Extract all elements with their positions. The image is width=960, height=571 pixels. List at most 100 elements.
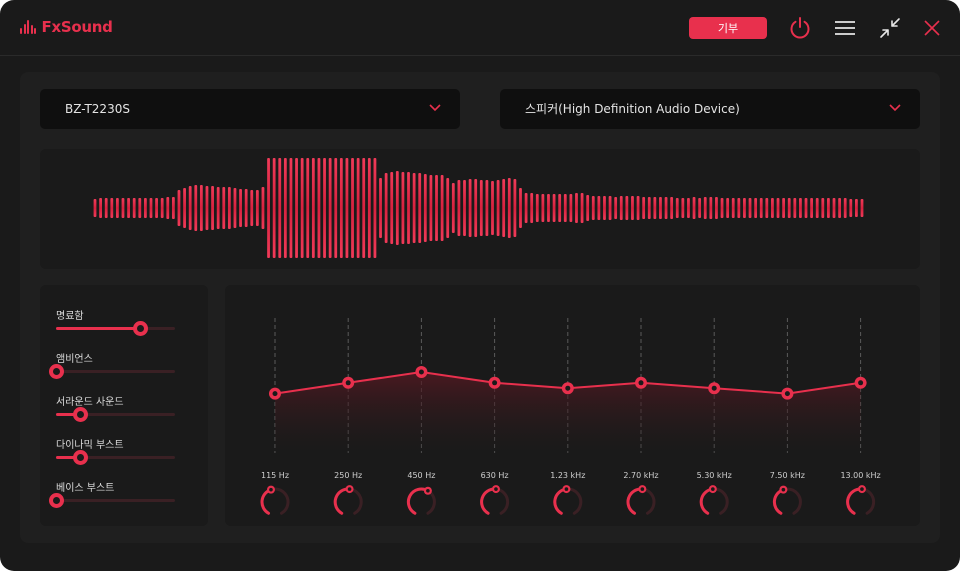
visualizer-bar bbox=[334, 158, 338, 258]
effect-label: 명료함 bbox=[56, 311, 84, 322]
visualizer-bar bbox=[748, 198, 752, 218]
visualizer-bar bbox=[507, 178, 511, 238]
visualizer-bar bbox=[261, 187, 265, 229]
visualizer-bar bbox=[675, 198, 679, 218]
eq-knob-arc[interactable] bbox=[626, 487, 644, 515]
eq-knob-arc[interactable] bbox=[553, 487, 568, 515]
visualizer-bar bbox=[804, 198, 808, 218]
visualizer-bar bbox=[412, 173, 416, 243]
visualizer-bar bbox=[759, 198, 763, 218]
output-device-dropdown[interactable]: 스피커(High Definition Audio Device) bbox=[500, 89, 920, 129]
visualizer-bar bbox=[362, 158, 366, 258]
power-icon[interactable] bbox=[786, 14, 814, 42]
visualizer-bar bbox=[647, 197, 651, 219]
visualizer-bar bbox=[787, 198, 791, 218]
visualizer-bar bbox=[799, 198, 802, 218]
visualizer-bar bbox=[591, 196, 595, 220]
visualizer-bar bbox=[239, 189, 242, 227]
effect-slider[interactable] bbox=[49, 493, 175, 508]
effect-slider[interactable] bbox=[49, 364, 175, 379]
visualizer-bar bbox=[703, 197, 707, 219]
effect-label: 서라운드 사운드 bbox=[56, 397, 124, 408]
slider-handle[interactable] bbox=[72, 407, 88, 422]
slider-handle[interactable] bbox=[133, 321, 149, 336]
visualizer-bar bbox=[244, 189, 248, 227]
visualizer-bar bbox=[160, 198, 164, 218]
preset-selected: BZ-T2230S bbox=[65, 102, 130, 116]
visualizer-bar bbox=[838, 198, 842, 218]
visualizer-bar bbox=[474, 179, 478, 237]
visualizer-bar bbox=[782, 198, 786, 218]
minimize-icon[interactable] bbox=[876, 14, 904, 42]
visualizer-bar bbox=[446, 178, 450, 238]
effect-slider[interactable] bbox=[56, 321, 175, 336]
visualizer-bar bbox=[328, 158, 332, 258]
eq-knob-handle-center bbox=[269, 487, 273, 492]
visualizer-bar bbox=[418, 173, 422, 243]
eq-knob-handle-center bbox=[711, 487, 715, 491]
visualizer-bar bbox=[519, 188, 522, 228]
preset-dropdown[interactable]: BZ-T2230S bbox=[40, 89, 460, 129]
visualizer-bar bbox=[407, 172, 410, 244]
visualizer-bar bbox=[356, 158, 360, 258]
close-icon[interactable] bbox=[918, 14, 946, 42]
visualizer-bar bbox=[177, 190, 181, 226]
visualizer-bar bbox=[272, 158, 276, 258]
eq-knob-arc[interactable] bbox=[699, 487, 715, 515]
visualizer-bar bbox=[810, 198, 814, 218]
chevron-down-icon bbox=[889, 104, 901, 112]
effect-slider[interactable] bbox=[56, 450, 175, 465]
visualizer-bar bbox=[143, 198, 147, 218]
visualizer-bar bbox=[659, 197, 662, 219]
visualizer-bar bbox=[194, 185, 198, 231]
visualizer-bar bbox=[166, 197, 170, 219]
menu-icon[interactable] bbox=[831, 14, 859, 42]
visualizer-bar bbox=[222, 187, 226, 229]
visualizer-bar bbox=[149, 198, 153, 218]
visualizer-bar bbox=[317, 158, 321, 258]
app-name: FxSound bbox=[41, 18, 113, 36]
slider-handle[interactable] bbox=[49, 493, 64, 508]
eq-band-handle-center bbox=[492, 380, 498, 386]
visualizer-bar bbox=[558, 194, 562, 222]
visualizer-bar bbox=[832, 198, 836, 218]
visualizer-bar bbox=[715, 197, 718, 219]
visualizer-bar bbox=[670, 197, 674, 219]
visualizer-bar bbox=[765, 198, 769, 218]
slider-handle[interactable] bbox=[72, 450, 88, 465]
visualizer-bar bbox=[451, 183, 455, 233]
effect-label: 베이스 부스트 bbox=[56, 483, 115, 494]
visualizer-bar bbox=[642, 197, 646, 219]
visualizer-bar bbox=[530, 193, 534, 223]
eq-knob-arc[interactable] bbox=[846, 487, 864, 515]
visualizer-bar bbox=[339, 158, 343, 258]
slider-handle[interactable] bbox=[49, 364, 64, 379]
visualizer-bar bbox=[821, 198, 825, 218]
eq-band-handle-center bbox=[858, 380, 864, 386]
visualizer-bar bbox=[99, 198, 102, 218]
eq-knob-arc[interactable] bbox=[333, 487, 352, 515]
visualizer-bar bbox=[132, 198, 136, 218]
eq-knob-arc[interactable] bbox=[480, 487, 498, 515]
eq-band-handle-center bbox=[711, 385, 717, 391]
visualizer-bar bbox=[121, 198, 125, 218]
visualizer-bar bbox=[390, 172, 394, 244]
visualizer-bar bbox=[720, 198, 724, 218]
donate-button[interactable]: 기부 bbox=[689, 17, 767, 39]
eq-knob-handle-center bbox=[860, 487, 864, 491]
visualizer-bar bbox=[843, 198, 847, 218]
band-frequency-label: 450 Hz bbox=[407, 471, 436, 480]
visualizer-bar bbox=[463, 180, 466, 236]
eq-band-handle-center bbox=[345, 380, 351, 386]
visualizer-bar bbox=[827, 198, 830, 218]
chevron-down-icon bbox=[429, 104, 441, 112]
logo-bars-icon bbox=[20, 20, 38, 34]
visualizer-bar bbox=[524, 193, 528, 223]
effect-slider[interactable] bbox=[56, 407, 175, 422]
eq-band-handle-center bbox=[565, 385, 571, 391]
visualizer-bar bbox=[614, 197, 618, 219]
visualizer-bar bbox=[586, 195, 590, 221]
title-bar: FxSound 기부 bbox=[0, 0, 960, 56]
eq-band-handle-center bbox=[418, 369, 424, 375]
visualizer-bar bbox=[597, 196, 601, 220]
